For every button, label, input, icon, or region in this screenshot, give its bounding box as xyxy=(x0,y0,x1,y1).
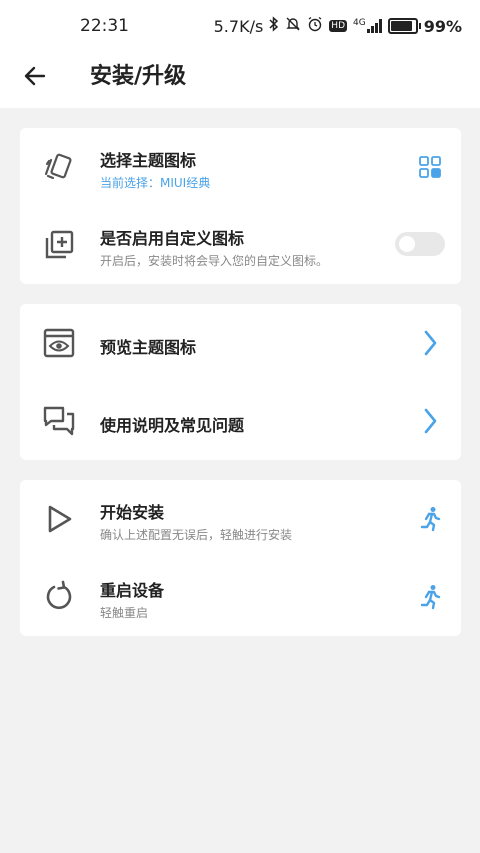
net-speed: 5.7K/s xyxy=(213,16,264,36)
toggle-knob xyxy=(399,236,415,252)
signal-icon: 4G xyxy=(353,19,382,33)
cards-icon xyxy=(42,150,76,184)
app-bar: 安装/升级 xyxy=(0,52,480,108)
play-icon xyxy=(42,502,76,536)
chevron-right-icon xyxy=(417,408,443,434)
custom-icon-title: 是否启用自定义图标 xyxy=(100,229,245,248)
network-type: 4G xyxy=(353,18,366,28)
help-row[interactable]: 使用说明及常见问题 xyxy=(20,382,461,460)
bluetooth-icon xyxy=(269,16,279,36)
battery-level: 99% xyxy=(423,16,462,36)
install-description: 确认上述配置无误后，轻触进行安装 xyxy=(100,528,293,542)
preview-title: 预览主题图标 xyxy=(100,338,197,357)
status-bar: 22:31 5.7K/s HD 4G 99% xyxy=(0,0,480,52)
restart-icon xyxy=(42,580,76,614)
custom-icon-description: 开启后，安装时将会导入您的自定义图标。 xyxy=(100,254,329,268)
theme-icon-current: 当前选择：MIUI经典 xyxy=(100,176,211,190)
theme-icon-title: 选择主题图标 xyxy=(100,151,197,170)
settings-card-actions: 开始安装 确认上述配置无误后，轻触进行安装 重启设备 轻触重启 xyxy=(20,480,461,636)
status-icons: 5.7K/s HD 4G 99% xyxy=(214,16,462,36)
reboot-description: 轻触重启 xyxy=(100,606,149,620)
add-library-icon xyxy=(42,228,76,262)
theme-icon-row[interactable]: 选择主题图标 当前选择：MIUI经典 xyxy=(20,128,461,206)
alarm-icon xyxy=(307,16,323,36)
back-arrow-icon[interactable] xyxy=(20,62,54,96)
mute-bell-icon xyxy=(285,16,301,36)
battery-icon xyxy=(387,18,421,34)
reboot-title: 重启设备 xyxy=(100,581,165,600)
chevron-right-icon xyxy=(417,330,443,356)
reboot-row[interactable]: 重启设备 轻触重启 xyxy=(20,558,461,636)
chat-bubbles-icon xyxy=(42,404,76,438)
settings-card-help: 预览主题图标 使用说明及常见问题 xyxy=(20,304,461,460)
grid-icon[interactable] xyxy=(417,154,443,180)
running-person-icon[interactable] xyxy=(417,584,443,610)
install-row[interactable]: 开始安装 确认上述配置无误后，轻触进行安装 xyxy=(20,480,461,558)
eye-window-icon xyxy=(42,326,76,360)
preview-row[interactable]: 预览主题图标 xyxy=(20,304,461,382)
running-person-icon[interactable] xyxy=(417,506,443,532)
hd-badge: HD xyxy=(329,20,347,32)
custom-icon-row[interactable]: 是否启用自定义图标 开启后，安装时将会导入您的自定义图标。 xyxy=(20,206,461,284)
help-title: 使用说明及常见问题 xyxy=(100,416,245,435)
install-title: 开始安装 xyxy=(100,503,165,522)
status-time: 22:31 xyxy=(80,16,129,36)
settings-card-icons: 选择主题图标 当前选择：MIUI经典 是否启用自定义图标 开启后，安装时将会导入… xyxy=(20,128,461,284)
page-title: 安装/升级 xyxy=(90,64,187,89)
custom-icon-toggle[interactable] xyxy=(395,232,445,256)
